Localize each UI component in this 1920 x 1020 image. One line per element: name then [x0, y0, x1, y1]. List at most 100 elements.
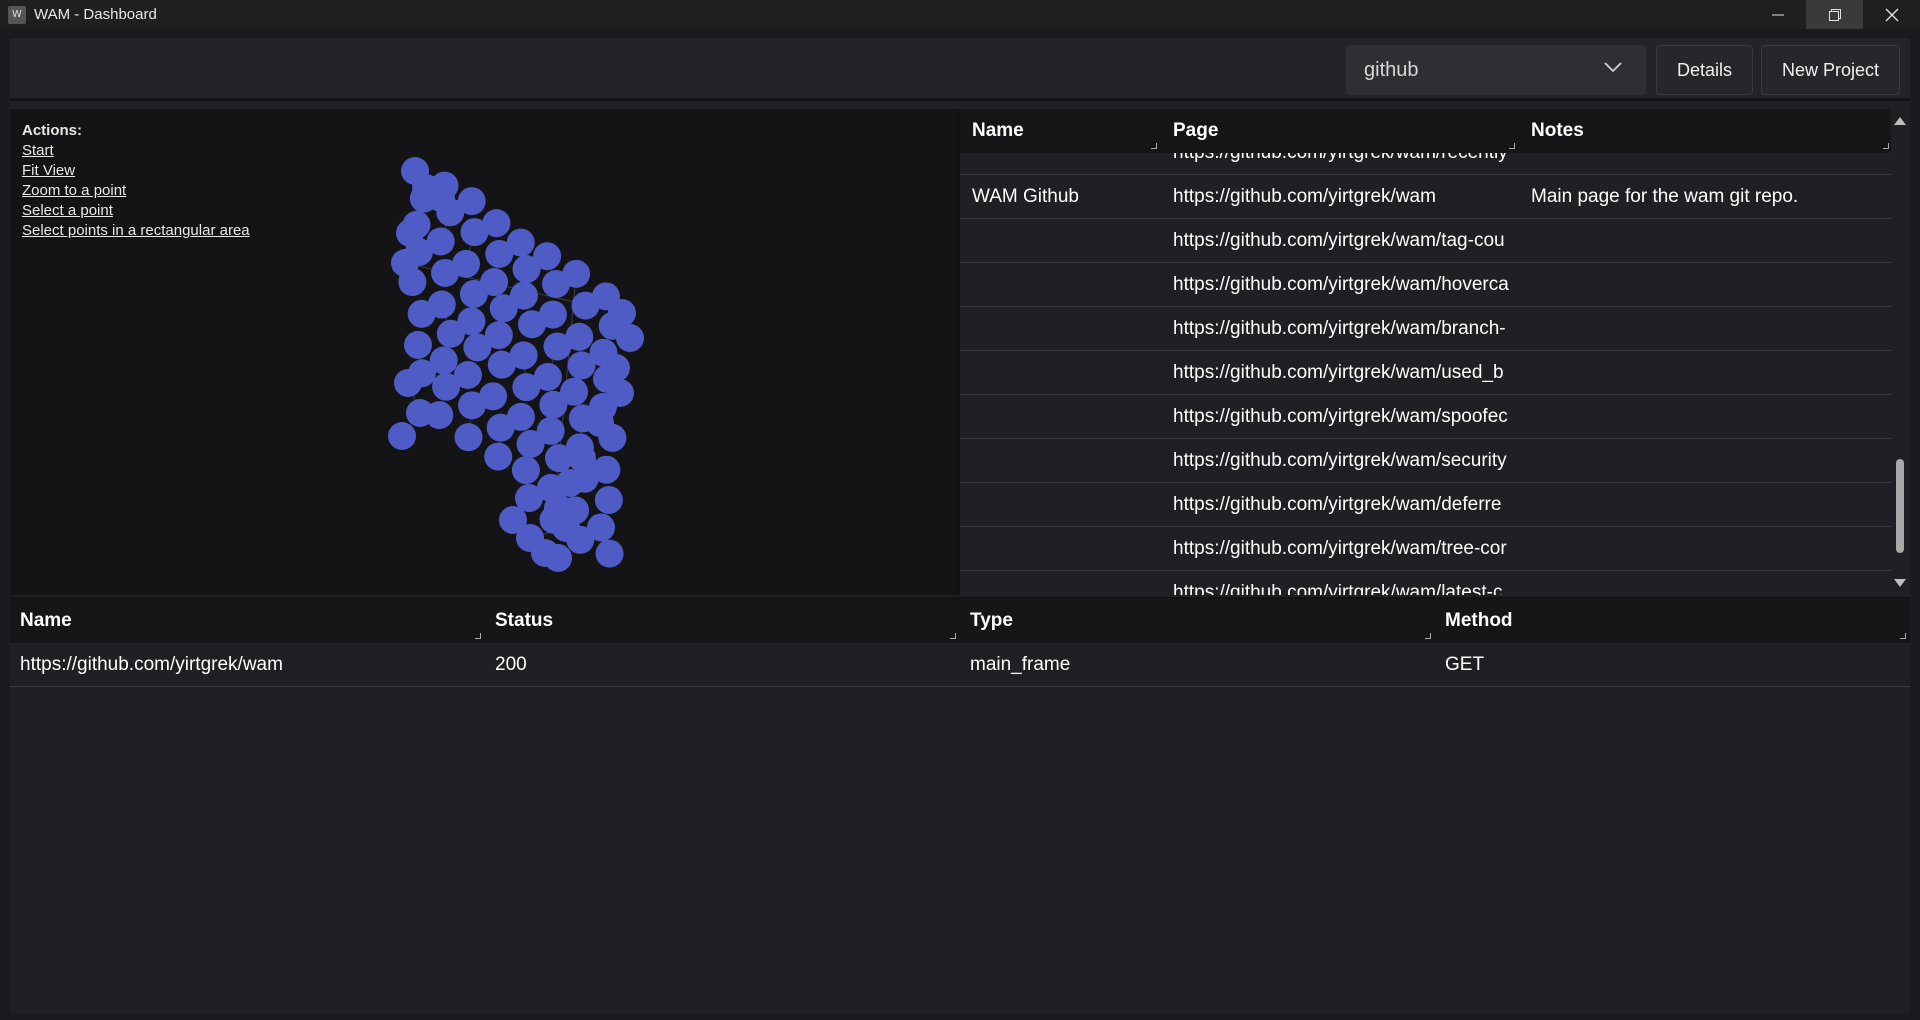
graph-node[interactable] — [560, 377, 589, 406]
graph-node[interactable] — [429, 346, 458, 375]
graph-node[interactable] — [457, 307, 486, 336]
action-start-link[interactable]: Start — [22, 141, 250, 161]
graph-node[interactable] — [568, 444, 596, 472]
column-header-type[interactable]: Type — [960, 599, 1435, 643]
graph-node[interactable] — [606, 379, 634, 407]
page-page-cell: https://github.com/yirtgrek/wam/hoverca — [1173, 273, 1509, 295]
action-select-point-link[interactable]: Select a point — [22, 201, 250, 221]
graph-node[interactable] — [538, 300, 567, 329]
scroll-up-icon[interactable] — [1894, 117, 1906, 125]
app-icon: W — [8, 5, 26, 24]
graph-node[interactable] — [403, 330, 432, 359]
restore-button[interactable] — [1806, 0, 1863, 29]
resize-handle[interactable] — [1509, 143, 1515, 149]
graph-node[interactable] — [427, 290, 456, 319]
graph-node[interactable] — [388, 422, 416, 450]
graph-node[interactable] — [499, 506, 527, 534]
new-project-button[interactable]: New Project — [1761, 45, 1900, 95]
request-status-cell: 200 — [495, 653, 527, 675]
table-row[interactable]: WAM Github https://github.com/yirtgrek/wa… — [960, 175, 1893, 219]
graph-node[interactable] — [511, 456, 540, 485]
column-header-method[interactable]: Method — [1435, 599, 1910, 643]
resize-handle[interactable] — [1883, 143, 1889, 149]
scroll-thumb[interactable] — [1896, 459, 1904, 553]
graph-node[interactable] — [594, 485, 623, 514]
restore-icon — [1828, 8, 1841, 21]
table-row[interactable]: https://github.com/yirtgrek/wam/deferre — [960, 483, 1893, 527]
page-page-cell: https://github.com/yirtgrek/wam/security — [1173, 449, 1507, 471]
table-row[interactable]: https://github.com/yirtgrek/wam 200 main… — [10, 643, 1910, 687]
graph-node[interactable] — [406, 399, 434, 427]
graph-node[interactable] — [484, 442, 513, 471]
table-row[interactable]: https://github.com/yirtgrek/wam/tag-cou — [960, 219, 1893, 263]
graph-node[interactable] — [616, 324, 644, 352]
graph-node[interactable] — [509, 281, 538, 310]
graph-node[interactable] — [453, 361, 482, 390]
graph-node[interactable] — [544, 544, 572, 572]
action-select-rect-link[interactable]: Select points in a rectangular area — [22, 221, 250, 241]
column-header-notes[interactable]: Notes — [1519, 109, 1893, 153]
graph-node[interactable] — [396, 219, 424, 247]
graph-node[interactable] — [562, 259, 591, 288]
table-row[interactable]: https://github.com/yirtgrek/wam/branch- — [960, 307, 1893, 351]
graph-node[interactable] — [536, 416, 565, 445]
pages-table: https://github.com/yirtgrek/wam/recently… — [958, 109, 1910, 595]
graph-node[interactable] — [452, 249, 481, 278]
action-zoom-link[interactable]: Zoom to a point — [22, 181, 250, 201]
app-window: github Details New Project Actions: Star… — [10, 38, 1910, 1013]
graph-node[interactable] — [509, 341, 538, 370]
page-notes-cell: Main page for the wam git repo. — [1531, 185, 1799, 207]
minimize-button[interactable] — [1749, 0, 1806, 29]
graph-node[interactable] — [480, 268, 509, 297]
graph-node[interactable] — [506, 228, 535, 257]
graph-node[interactable] — [427, 184, 455, 212]
table-row[interactable]: https://github.com/yirtgrek/wam/spoofec — [960, 395, 1893, 439]
column-header-status[interactable]: Status — [485, 599, 960, 643]
graph-node[interactable] — [457, 187, 486, 216]
window-controls — [1749, 0, 1920, 29]
action-fit-view-link[interactable]: Fit View — [22, 161, 250, 181]
graph-node[interactable] — [602, 354, 630, 382]
pages-scrollbar[interactable] — [1891, 109, 1910, 595]
table-row[interactable]: https://github.com/yirtgrek/wam/tree-cor — [960, 527, 1893, 571]
scroll-down-icon[interactable] — [1894, 579, 1906, 587]
details-button[interactable]: Details — [1656, 45, 1753, 95]
graph-node[interactable] — [479, 382, 508, 411]
graph-node[interactable] — [484, 321, 513, 350]
graph-node[interactable] — [595, 539, 624, 568]
graph-node[interactable] — [482, 209, 511, 238]
graph-node[interactable] — [608, 299, 636, 327]
resize-handle[interactable] — [950, 633, 956, 639]
request-name-cell: https://github.com/yirtgrek/wam — [20, 653, 283, 675]
graph-node[interactable] — [394, 369, 422, 397]
graph-node[interactable] — [391, 249, 419, 277]
table-row[interactable]: https://github.com/yirtgrek/wam/latest-c — [960, 571, 1893, 596]
graph-node[interactable] — [587, 513, 616, 542]
graph-node[interactable] — [552, 514, 580, 542]
resize-handle[interactable] — [1425, 633, 1431, 639]
requests-table: Name Status Type Method https://github.c… — [10, 597, 1910, 1013]
graph-node[interactable] — [506, 402, 535, 431]
close-window-button[interactable] — [1863, 0, 1920, 29]
graph-node[interactable] — [592, 455, 621, 484]
resize-handle[interactable] — [475, 633, 481, 639]
project-select[interactable]: github — [1346, 45, 1646, 95]
graph-node[interactable] — [556, 469, 584, 497]
graph-node[interactable] — [533, 242, 562, 271]
table-row[interactable]: https://github.com/yirtgrek/wam/security — [960, 439, 1893, 483]
table-row[interactable]: https://github.com/yirtgrek/wam/used_b — [960, 351, 1893, 395]
resize-handle[interactable] — [1900, 633, 1906, 639]
graph-node[interactable] — [565, 322, 594, 351]
graph-node[interactable] — [586, 409, 614, 437]
table-row[interactable]: https://github.com/yirtgrek/wam/hoverca — [960, 263, 1893, 307]
resize-handle[interactable] — [1151, 143, 1157, 149]
column-header-name[interactable]: Name — [10, 599, 485, 643]
chevron-down-icon — [1604, 62, 1622, 73]
graph-node[interactable] — [426, 227, 455, 256]
graph-node[interactable] — [454, 423, 483, 452]
column-header-page[interactable]: Page — [1161, 109, 1519, 153]
graph-pane[interactable]: Actions: Start Fit View Zoom to a point … — [10, 109, 958, 595]
page-page-cell: https://github.com/yirtgrek/wam/tag-cou — [1173, 229, 1505, 251]
column-header-name[interactable]: Name — [960, 109, 1161, 153]
graph-node[interactable] — [533, 362, 562, 391]
